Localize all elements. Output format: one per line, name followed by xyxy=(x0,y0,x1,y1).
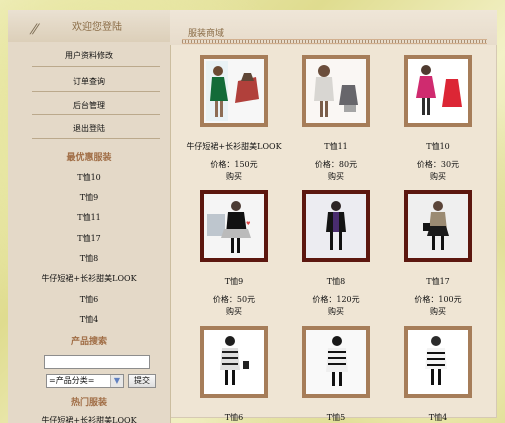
welcome-title: 欢迎您登陆 xyxy=(72,22,122,33)
menu-item-logout[interactable]: 退出登陆 xyxy=(8,123,170,134)
best-deals-title: 最优惠服装 xyxy=(66,153,112,163)
product-price: 价格：30元 xyxy=(416,160,460,169)
product-image[interactable] xyxy=(302,190,370,262)
product-name[interactable]: T恤4 xyxy=(386,412,490,423)
product-image[interactable] xyxy=(404,190,472,262)
product-price: 价格：80元 xyxy=(314,160,358,169)
best-item[interactable]: T恤10 xyxy=(8,172,170,183)
menu-divider xyxy=(32,91,160,92)
product-name[interactable]: T恤11 xyxy=(284,141,388,152)
best-item[interactable]: T恤4 xyxy=(8,314,170,325)
product-name[interactable]: T恤6 xyxy=(182,412,286,423)
buy-link[interactable]: 购买 xyxy=(284,171,388,182)
best-item[interactable]: T恤8 xyxy=(8,253,170,264)
menu-divider xyxy=(32,66,160,67)
sidebar: // 欢迎您登陆 用户资料修改 订单查询 后台管理 退出登陆 最优惠服装 T恤1… xyxy=(8,10,171,423)
product-price: 价格：120元 xyxy=(312,295,360,304)
product-image[interactable]: ♥ xyxy=(200,190,268,262)
buy-link[interactable]: 购买 xyxy=(386,306,490,317)
buy-link[interactable]: 购买 xyxy=(386,171,490,182)
product-name[interactable]: T恤9 xyxy=(182,276,286,287)
product-name[interactable]: T恤5 xyxy=(284,412,388,423)
menu-item-orders[interactable]: 订单查询 xyxy=(8,76,170,87)
main-header: 服装商域 xyxy=(170,10,497,45)
product-image[interactable] xyxy=(302,326,370,398)
hot-clothing-title: 热门服装 xyxy=(70,398,107,408)
product-price: 价格：100元 xyxy=(414,295,462,304)
product-name[interactable]: 牛仔短裙+长衫甜美LOOK xyxy=(182,141,286,152)
product-image[interactable] xyxy=(404,326,472,398)
search-input[interactable] xyxy=(44,355,150,369)
best-item[interactable]: 牛仔短裙+长衫甜美LOOK xyxy=(8,273,170,284)
title-underline xyxy=(182,39,487,44)
product-image[interactable] xyxy=(200,326,268,398)
best-item[interactable]: T恤9 xyxy=(8,192,170,203)
menu-divider xyxy=(32,138,160,139)
product-grid: 牛仔短裙+长衫甜美LOOK 价格：150元 购买 T恤11 价格：80元 购买 xyxy=(170,45,497,423)
slash-icon: // xyxy=(28,22,39,37)
product-price: 价格：50元 xyxy=(212,295,256,304)
page-title: 服装商域 xyxy=(188,29,225,39)
product-name[interactable]: T恤17 xyxy=(386,276,490,287)
submit-button[interactable]: 提交 xyxy=(128,374,156,388)
buy-link[interactable]: 购买 xyxy=(182,171,286,182)
product-price: 价格：150元 xyxy=(210,160,258,169)
menu-divider xyxy=(32,114,160,115)
product-name[interactable]: T恤8 xyxy=(284,276,388,287)
best-item[interactable]: T恤6 xyxy=(8,294,170,305)
product-search-title: 产品搜索 xyxy=(70,337,107,347)
best-item[interactable]: T恤17 xyxy=(8,233,170,244)
menu-item-admin[interactable]: 后台管理 xyxy=(8,100,170,111)
buy-link[interactable]: 购买 xyxy=(284,306,388,317)
chevron-down-icon[interactable]: ▼ xyxy=(110,375,123,387)
product-image[interactable] xyxy=(404,55,472,127)
product-image[interactable] xyxy=(200,55,268,127)
product-image[interactable] xyxy=(302,55,370,127)
best-item[interactable]: T恤11 xyxy=(8,212,170,223)
product-name[interactable]: T恤10 xyxy=(386,141,490,152)
sidebar-header: // 欢迎您登陆 xyxy=(8,10,170,42)
menu-item-profile[interactable]: 用户资料修改 xyxy=(8,50,170,61)
buy-link[interactable]: 购买 xyxy=(182,306,286,317)
category-select[interactable]: =产品分类= ▼ xyxy=(46,374,124,388)
svg-text:♥: ♥ xyxy=(246,221,251,227)
hot-item[interactable]: 牛仔短裙+长衫甜美LOOK xyxy=(8,415,170,423)
category-select-label: =产品分类= xyxy=(49,376,95,385)
